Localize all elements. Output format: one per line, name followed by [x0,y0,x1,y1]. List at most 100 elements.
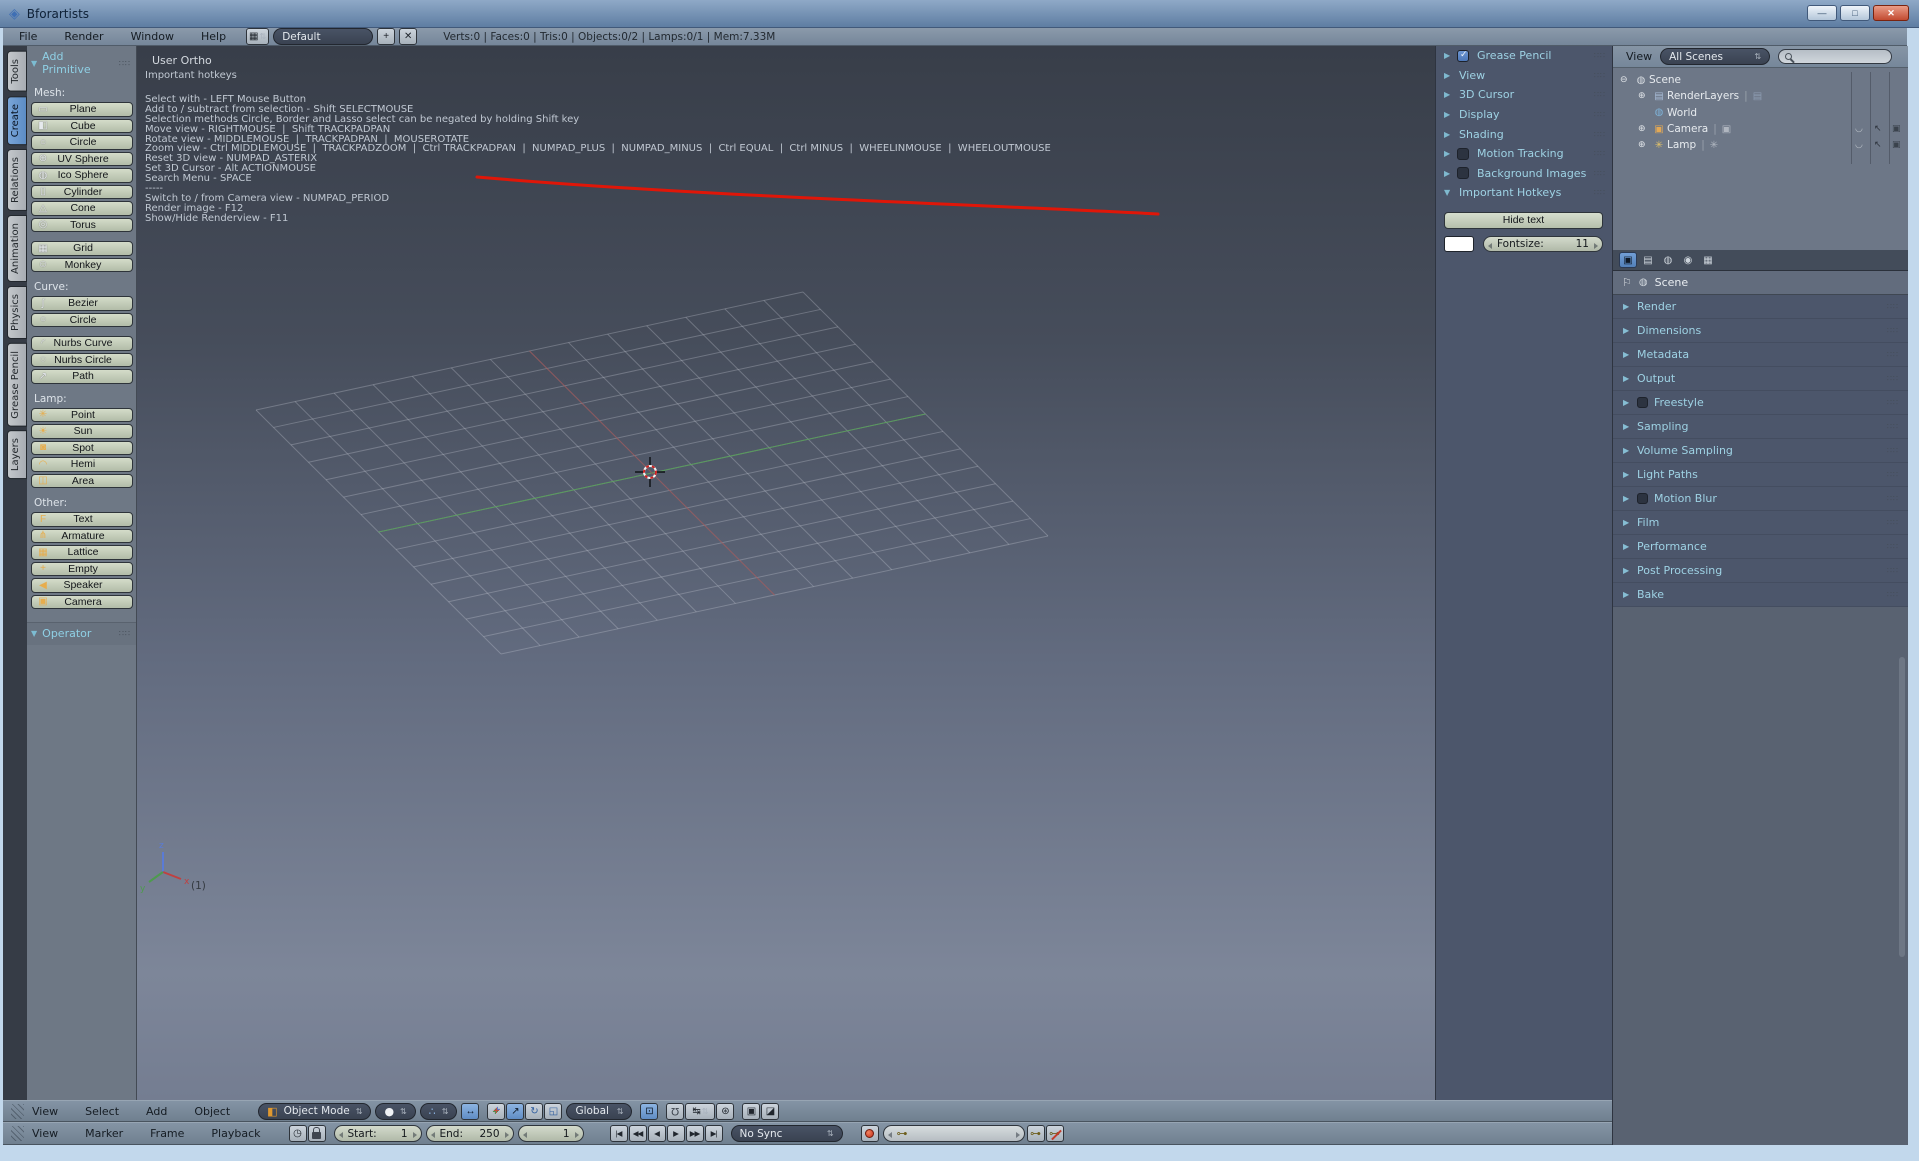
playback-button[interactable]: ▶ [667,1125,685,1142]
panel-checkbox[interactable] [1637,397,1648,408]
drag-dots-icon[interactable]: ∷∷ [1887,374,1899,383]
menu-item[interactable]: Playback [211,1127,260,1140]
opengl-render-anim-button[interactable]: ◪ [761,1103,779,1120]
drag-dots-icon[interactable]: ∷∷ [1594,110,1606,119]
add-primitive-panel-header[interactable]: ▼ Add Primitive ∷∷ [27,46,136,78]
expand-icon[interactable]: ⊕ [1638,124,1651,134]
drag-dots-icon[interactable]: ∷∷ [1887,398,1899,407]
add-lamp-button[interactable]: ◙ Spot [31,441,133,456]
add-primitive-button[interactable]: △ Cone [31,201,133,216]
opengl-render-still-button[interactable]: ▣ [742,1103,760,1120]
npanel-panel-header[interactable]: ▶ Motion Tracking ∷∷ [1436,144,1612,164]
sync-mode-selector[interactable]: No Sync ⇅ [731,1125,843,1142]
toolshelf-tab[interactable]: Tools [7,51,27,92]
menu-item[interactable]: View [32,1127,58,1140]
npanel-panel-header[interactable]: ▶ Background Images ∷∷ [1436,164,1612,184]
add-object-button[interactable]: ◀ Speaker [31,578,133,593]
drag-dots-icon[interactable]: ∷∷ [1594,71,1606,80]
selectability-icon[interactable]: ↖ [1874,140,1882,150]
drag-dots-icon[interactable]: ∷∷ [1594,90,1606,99]
properties-panel-header[interactable]: ▶ Post Processing ∷∷ [1613,559,1908,583]
add-primitive-button[interactable]: ↗ Path [31,369,133,384]
viewport-3d[interactable]: z x y User Ortho Important hotkeys Selec… [137,46,1435,1100]
add-primitive-button[interactable]: ◌ Nurbs Circle [31,353,133,368]
playback-range-lock-button[interactable]: ◷ [289,1125,307,1142]
toolshelf-tab[interactable]: Layers [7,430,27,479]
properties-panel-header[interactable]: ▶ Light Paths ∷∷ [1613,463,1908,487]
outliner-row-renderlayers[interactable]: ⊕ ▤ RenderLayers | ▤ [1613,88,1908,104]
menu-item[interactable]: Marker [85,1127,123,1140]
toolshelf-tab[interactable]: Grease Pencil [7,343,27,427]
add-primitive-button[interactable]: ⊕ UV Sphere [31,152,133,167]
pivot-point-selector[interactable]: ∴ ⇅ [420,1103,458,1120]
header-resize-grip[interactable] [11,1104,24,1119]
visibility-eye-icon[interactable]: ◡ [1855,140,1863,150]
add-primitive-button[interactable]: ○ Circle [31,135,133,150]
menu-item[interactable]: Window [131,30,174,43]
drag-dots-icon[interactable]: ∷∷ [1887,494,1899,503]
renderability-icon[interactable]: ▣ [1892,140,1901,150]
drag-dots-icon[interactable]: ∷∷ [1594,149,1606,158]
add-primitive-button[interactable]: ʃ Bezier [31,296,133,311]
menu-item[interactable]: View [32,1105,58,1118]
drag-dots-icon[interactable]: ∷∷ [1594,188,1606,197]
add-primitive-button[interactable]: ☺ Monkey [31,258,133,273]
drag-dots-icon[interactable]: ∷∷ [1887,590,1899,599]
drag-dots-icon[interactable]: ∷∷ [1887,302,1899,311]
drag-dots-icon[interactable]: ∷∷ [119,629,131,638]
drag-dots-icon[interactable]: ∷∷ [1887,566,1899,575]
fontsize-slider[interactable]: Fontsize: 11 [1483,236,1603,252]
rotate-manipulator-button[interactable]: ↻ [525,1103,543,1120]
properties-panel-header[interactable]: ▶ Metadata ∷∷ [1613,343,1908,367]
manipulator-toggle-button[interactable]: ↔ [461,1103,479,1120]
drag-dots-icon[interactable]: ∷∷ [1887,446,1899,455]
menu-item[interactable]: File [19,30,37,43]
maximize-button[interactable]: □ [1840,5,1870,21]
add-lamp-button[interactable]: ◠ Hemi [31,457,133,472]
properties-panel-header[interactable]: ▶ Sampling ∷∷ [1613,415,1908,439]
close-button[interactable]: ✕ [1873,5,1909,21]
outliner-search-field[interactable] [1778,49,1892,64]
outliner-row-lamp[interactable]: ⊕ ✳ Lamp | ✳ ◡ ↖ ▣ [1613,137,1908,153]
properties-tab[interactable]: ▦ [1699,252,1717,268]
current-frame-field[interactable]: 1 [518,1125,584,1142]
menu-item[interactable]: Add [146,1105,167,1118]
manipulator-axis-button[interactable]: + [487,1103,505,1120]
drag-dots-icon[interactable]: ∷∷ [1594,51,1606,60]
title-bar[interactable]: ◈ Bforartists — □ ✕ [0,0,1919,28]
scale-manipulator-button[interactable]: ◱ [544,1103,562,1120]
add-lamp-button[interactable]: ✳ Point [31,408,133,423]
proportional-editing-button[interactable]: ⊡ [640,1103,658,1120]
panel-checkbox[interactable] [1457,167,1469,179]
frame-start-field[interactable]: Start: 1 [334,1125,422,1142]
menu-item[interactable]: Object [194,1105,230,1118]
lock-time-button[interactable] [308,1125,326,1142]
toolshelf-tab[interactable]: Relations [7,149,27,211]
snap-peel-button[interactable]: ⊛ [716,1103,734,1120]
drag-dots-icon[interactable]: ∷∷ [1594,130,1606,139]
transform-orientation-selector[interactable]: Global ⇅ [566,1103,632,1120]
add-primitive-button[interactable]: ▯ Cylinder [31,185,133,200]
playback-button[interactable]: ▶▶ [686,1125,704,1142]
outliner-view-menu[interactable]: View [1626,50,1652,63]
properties-panel-header[interactable]: ▶ Bake ∷∷ [1613,583,1908,607]
add-object-button[interactable]: ▦ Lattice [31,545,133,560]
properties-panel-header[interactable]: ▶ Freestyle ∷∷ [1613,391,1908,415]
drag-dots-icon[interactable]: ∷∷ [1887,518,1899,527]
selectability-icon[interactable]: ↖ [1874,124,1882,134]
delete-layout-button[interactable]: ✕ [399,28,417,45]
outliner-row-camera[interactable]: ⊕ ▣ Camera | ▣ ◡ ↖ ▣ [1613,121,1908,137]
npanel-panel-header[interactable]: ▼ Important Hotkeys ∷∷ [1436,183,1612,203]
auto-keyframe-record-button[interactable] [861,1125,879,1142]
properties-panel-header[interactable]: ▶ Render ∷∷ [1613,295,1908,319]
properties-panel-header[interactable]: ▶ Dimensions ∷∷ [1613,319,1908,343]
renderability-icon[interactable]: ▣ [1892,124,1901,134]
toolshelf-tab[interactable]: Create [7,96,27,145]
viewport-shading-selector[interactable]: ● ⇅ [375,1103,415,1120]
add-lamp-button[interactable]: ◫ Area [31,474,133,489]
outliner-display-filter[interactable]: All Scenes ⇅ [1660,48,1770,65]
outliner-row-scene[interactable]: ⊖ ◍ Scene [1613,72,1908,88]
npanel-panel-header[interactable]: ▶ Display ∷∷ [1436,105,1612,125]
frame-end-field[interactable]: End: 250 [426,1125,514,1142]
npanel-panel-header[interactable]: ▶ 3D Cursor ∷∷ [1436,85,1612,105]
